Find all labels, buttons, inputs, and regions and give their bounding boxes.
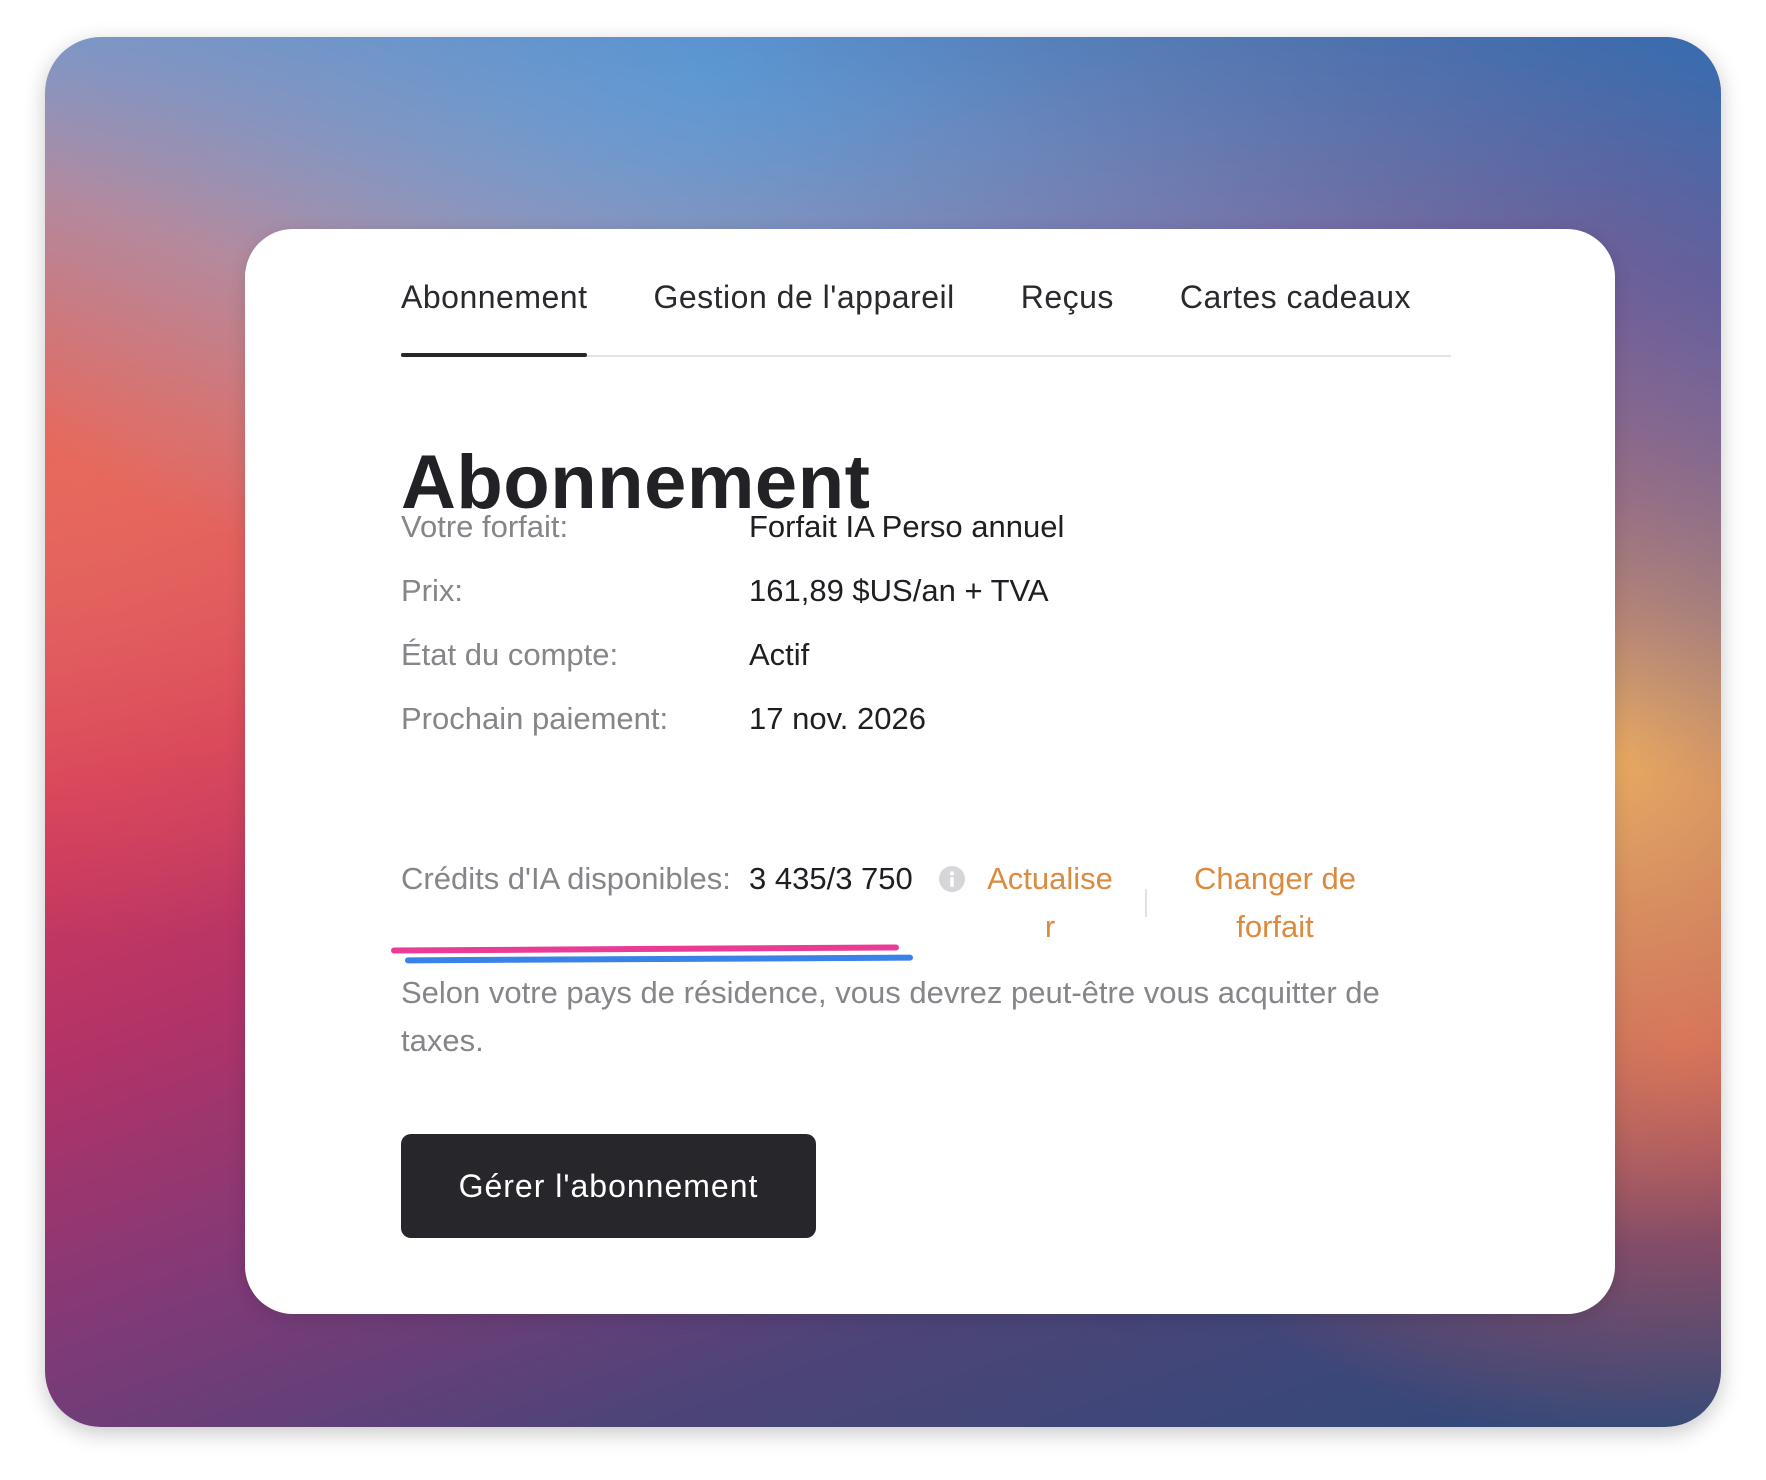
next-payment-value: 17 nov. 2026 [749, 701, 926, 736]
refresh-link[interactable]: Actualiser [985, 855, 1115, 951]
next-payment-label: Prochain paiement: [401, 701, 669, 736]
annotation-underline-pink [390, 944, 900, 954]
app-window: Abonnement Gestion de l'appareil Reçus C… [45, 37, 1721, 1427]
status-label: État du compte: [401, 637, 619, 672]
price-value: 161,89 $US/an + TVA [749, 573, 1049, 608]
tab-gestion-appareil[interactable]: Gestion de l'appareil [653, 229, 954, 355]
subscription-card: Abonnement Gestion de l'appareil Reçus C… [245, 229, 1615, 1314]
tab-cartes-cadeaux[interactable]: Cartes cadeaux [1180, 229, 1411, 355]
tab-bar: Abonnement Gestion de l'appareil Reçus C… [401, 229, 1451, 357]
plan-label: Votre forfait: [401, 509, 569, 544]
credits-label: Crédits d'IA disponibles: [401, 861, 731, 896]
plan-value: Forfait IA Perso annuel [749, 509, 1065, 544]
link-divider [1145, 889, 1147, 917]
info-icon[interactable] [938, 865, 966, 893]
manage-subscription-button[interactable]: Gérer l'abonnement [401, 1134, 816, 1238]
tab-recus[interactable]: Reçus [1021, 229, 1114, 355]
price-label: Prix: [401, 573, 463, 608]
status-value: Actif [749, 637, 810, 672]
tab-abonnement[interactable]: Abonnement [401, 229, 588, 357]
change-plan-link[interactable]: Changer de forfait [1175, 855, 1375, 951]
annotation-underline-blue [404, 954, 914, 964]
tax-note: Selon votre pays de résidence, vous devr… [401, 975, 1380, 1058]
credits-value: 3 435/3 750 [749, 861, 913, 896]
